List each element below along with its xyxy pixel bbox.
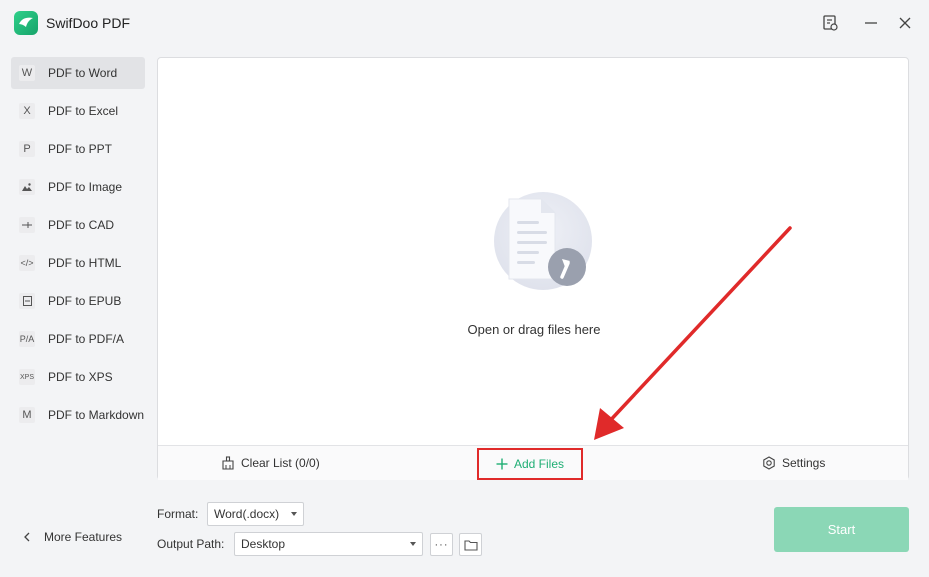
sidebar-item-pdf-to-html[interactable]: </> PDF to HTML xyxy=(11,247,145,279)
ppt-icon: P xyxy=(19,141,35,157)
sidebar-item-label: PDF to Image xyxy=(48,180,123,194)
sidebar-item-label: PDF to PDF/A xyxy=(48,332,125,346)
add-files-label: Add Files xyxy=(513,457,565,471)
code-icon: </> xyxy=(19,255,35,271)
sidebar-item-pdf-to-excel[interactable]: X PDF to Excel xyxy=(11,95,145,127)
sidebar-item-pdf-to-word[interactable]: W PDF to Word xyxy=(11,57,145,89)
gear-icon xyxy=(763,456,775,470)
markdown-icon: M xyxy=(19,407,35,423)
sidebar-item-pdf-to-markdown[interactable]: M PDF to Markdown xyxy=(11,399,145,431)
feedback-icon[interactable] xyxy=(820,13,840,33)
sidebar-item-label: PDF to Excel xyxy=(48,104,119,118)
pdfa-icon: P/A xyxy=(19,331,35,347)
sidebar-item-pdf-to-xps[interactable]: XPS PDF to XPS xyxy=(11,361,145,393)
epub-icon xyxy=(19,293,35,309)
app-logo-icon xyxy=(14,11,38,35)
excel-icon: X xyxy=(19,103,35,119)
clear-list-label: Clear List (0/0) xyxy=(241,456,320,470)
minimize-icon[interactable] xyxy=(861,13,881,33)
folder-icon xyxy=(463,539,478,551)
caret-down-icon xyxy=(291,512,297,516)
more-features-button[interactable]: More Features xyxy=(22,527,122,547)
settings-button[interactable]: Settings xyxy=(762,446,825,480)
title-bar: SwifDoo PDF xyxy=(0,0,929,46)
sidebar-item-pdf-to-image[interactable]: PDF to Image xyxy=(11,171,145,203)
word-icon: W xyxy=(19,65,35,81)
clear-list-button[interactable]: Clear List (0/0) xyxy=(221,446,320,480)
sidebar-item-label: PDF to Word xyxy=(48,66,118,80)
chevron-left-icon xyxy=(24,532,30,542)
sidebar-item-label: PDF to EPUB xyxy=(48,294,122,308)
cad-icon xyxy=(19,217,35,233)
sidebar-item-label: PDF to Markdown xyxy=(48,408,145,422)
file-upload-icon xyxy=(494,192,592,290)
format-value: Word(.docx) xyxy=(214,507,280,521)
add-files-button[interactable]: Add Files xyxy=(477,448,583,480)
close-icon[interactable] xyxy=(895,13,915,33)
more-features-label: More Features xyxy=(44,530,123,544)
annotation-arrow xyxy=(594,226,792,440)
app-title: SwifDoo PDF xyxy=(46,15,131,31)
ellipsis-icon: ··· xyxy=(434,538,449,551)
output-path-select[interactable]: Desktop xyxy=(234,532,423,556)
output-path-label: Output Path: xyxy=(157,537,225,551)
sidebar-item-pdf-to-ppt[interactable]: P PDF to PPT xyxy=(11,133,145,165)
more-options-button[interactable]: ··· xyxy=(430,533,453,556)
sidebar-item-pdf-to-pdfa[interactable]: P/A PDF to PDF/A xyxy=(11,323,145,355)
browse-folder-button[interactable] xyxy=(459,533,482,556)
format-select[interactable]: Word(.docx) xyxy=(207,502,304,526)
caret-down-icon xyxy=(410,542,416,546)
output-path-value: Desktop xyxy=(241,537,286,551)
image-icon xyxy=(19,179,35,195)
drop-toolbar: Clear List (0/0) Add Files Settings xyxy=(158,445,908,480)
start-button[interactable]: Start xyxy=(774,507,909,552)
broom-icon xyxy=(222,456,234,470)
xps-icon: XPS xyxy=(19,369,35,385)
sidebar-item-pdf-to-epub[interactable]: PDF to EPUB xyxy=(11,285,145,317)
sidebar-item-label: PDF to PPT xyxy=(48,142,113,156)
settings-label: Settings xyxy=(782,456,826,470)
sidebar-item-label: PDF to HTML xyxy=(48,256,122,270)
plus-icon xyxy=(496,458,508,470)
sidebar: W PDF to Word X PDF to Excel P PDF to PP… xyxy=(0,54,150,437)
sidebar-item-label: PDF to XPS xyxy=(48,370,113,384)
sidebar-item-label: PDF to CAD xyxy=(48,218,115,232)
format-label: Format: xyxy=(157,507,199,521)
sidebar-item-pdf-to-cad[interactable]: PDF to CAD xyxy=(11,209,145,241)
